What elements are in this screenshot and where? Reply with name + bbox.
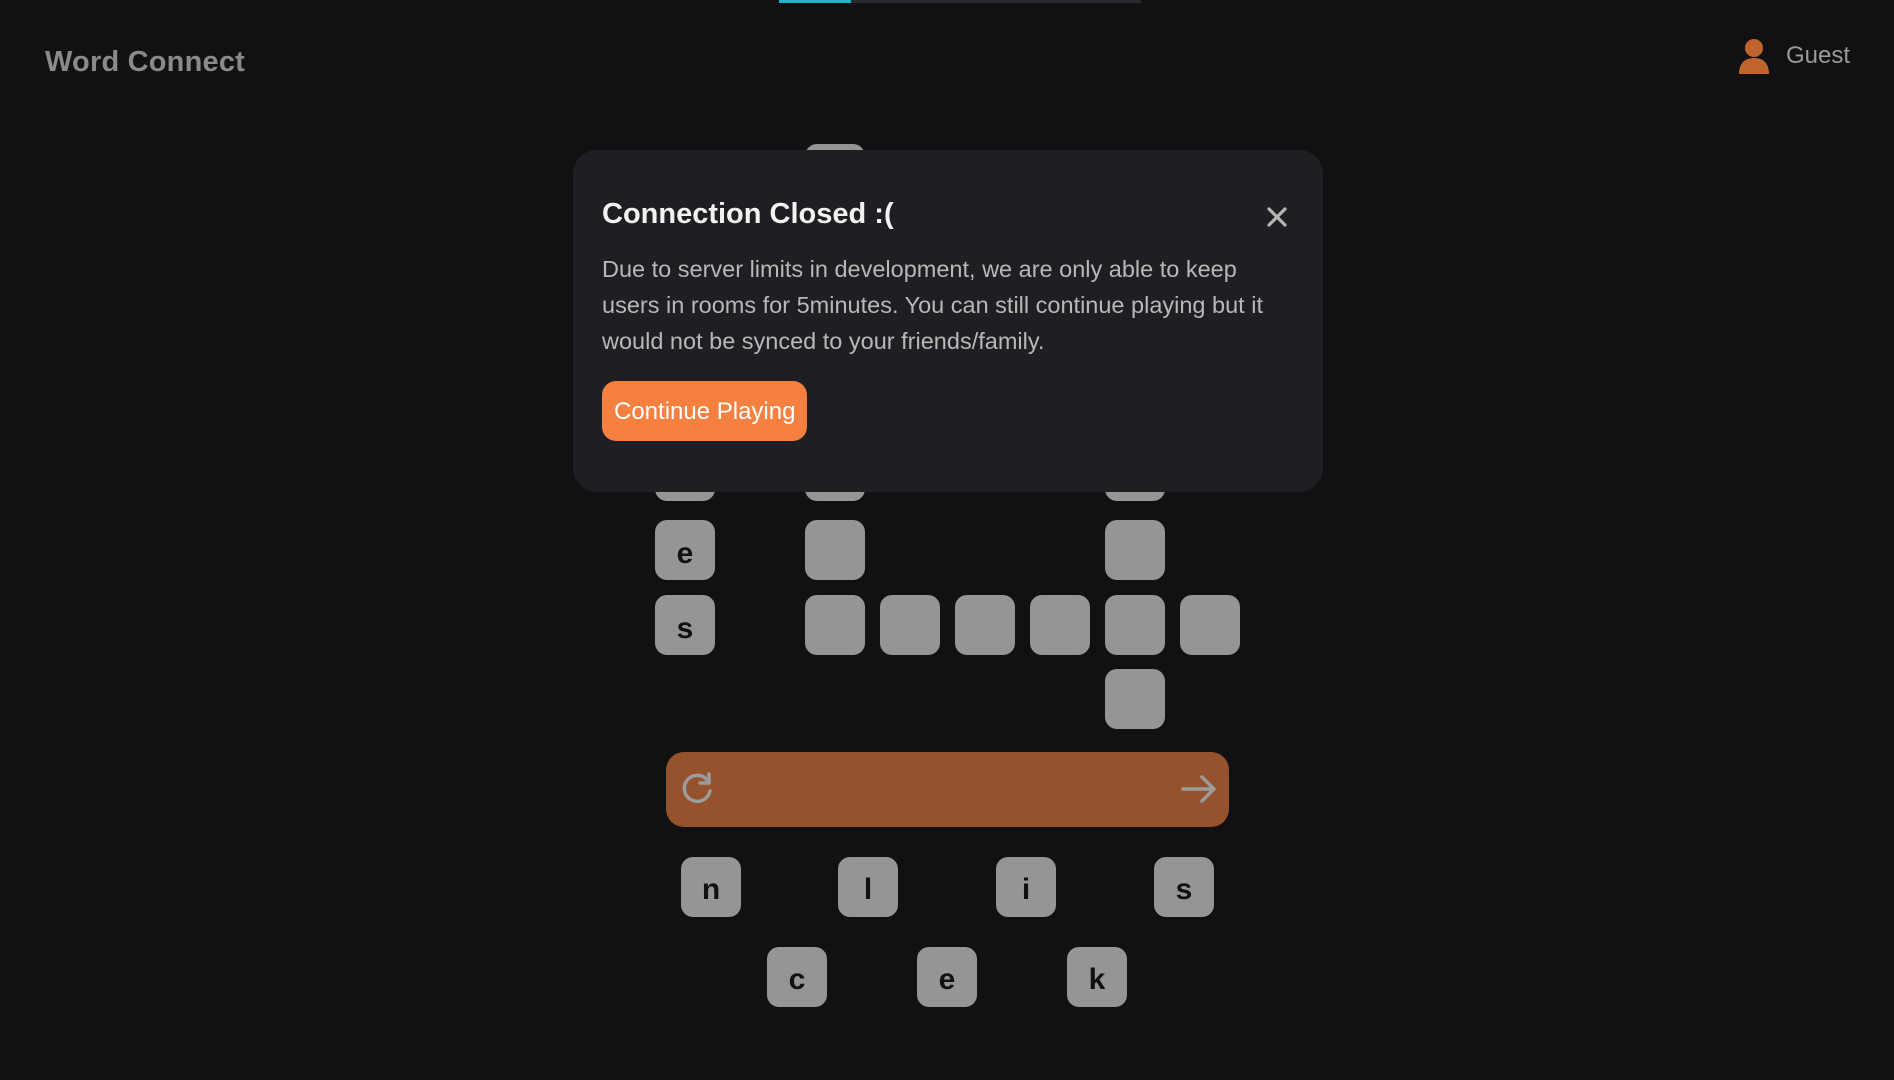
board-tile (880, 595, 940, 655)
continue-playing-button[interactable]: Continue Playing (602, 381, 808, 441)
board-tile: s (655, 595, 715, 655)
board-tile (1105, 595, 1165, 655)
letter-tile-i[interactable]: i (996, 857, 1056, 917)
close-icon[interactable] (1260, 200, 1294, 234)
connection-closed-modal: Connection Closed :( Due to server limit… (573, 150, 1323, 492)
user-name: Guest (1785, 42, 1850, 69)
letter-tile-e[interactable]: e (917, 947, 977, 1007)
board-tile (1105, 520, 1165, 580)
board-tile (1180, 595, 1240, 655)
progress-fill (779, 0, 851, 3)
modal-title: Connection Closed :( (602, 198, 894, 230)
user-menu[interactable]: Guest (1738, 38, 1850, 74)
board-tile (805, 520, 865, 580)
app-title: Word Connect (45, 46, 246, 78)
modal-message: Due to server limits in development, we … (602, 256, 1263, 354)
letter-tile-c[interactable]: c (767, 947, 827, 1007)
refresh-icon[interactable] (678, 770, 716, 808)
board-tile (955, 595, 1015, 655)
person-icon (1738, 38, 1770, 74)
letter-tile-l[interactable]: l (838, 857, 898, 917)
letter-tile-k[interactable]: k (1067, 947, 1127, 1007)
letter-tile-n[interactable]: n (681, 857, 741, 917)
board-tile: e (655, 520, 715, 580)
arrow-right-icon[interactable] (1179, 770, 1219, 808)
word-input-bar (666, 752, 1229, 827)
letter-tile-s[interactable]: s (1154, 857, 1214, 917)
board-tile (805, 595, 865, 655)
board-tile (1105, 669, 1165, 729)
board-tile (1030, 595, 1090, 655)
